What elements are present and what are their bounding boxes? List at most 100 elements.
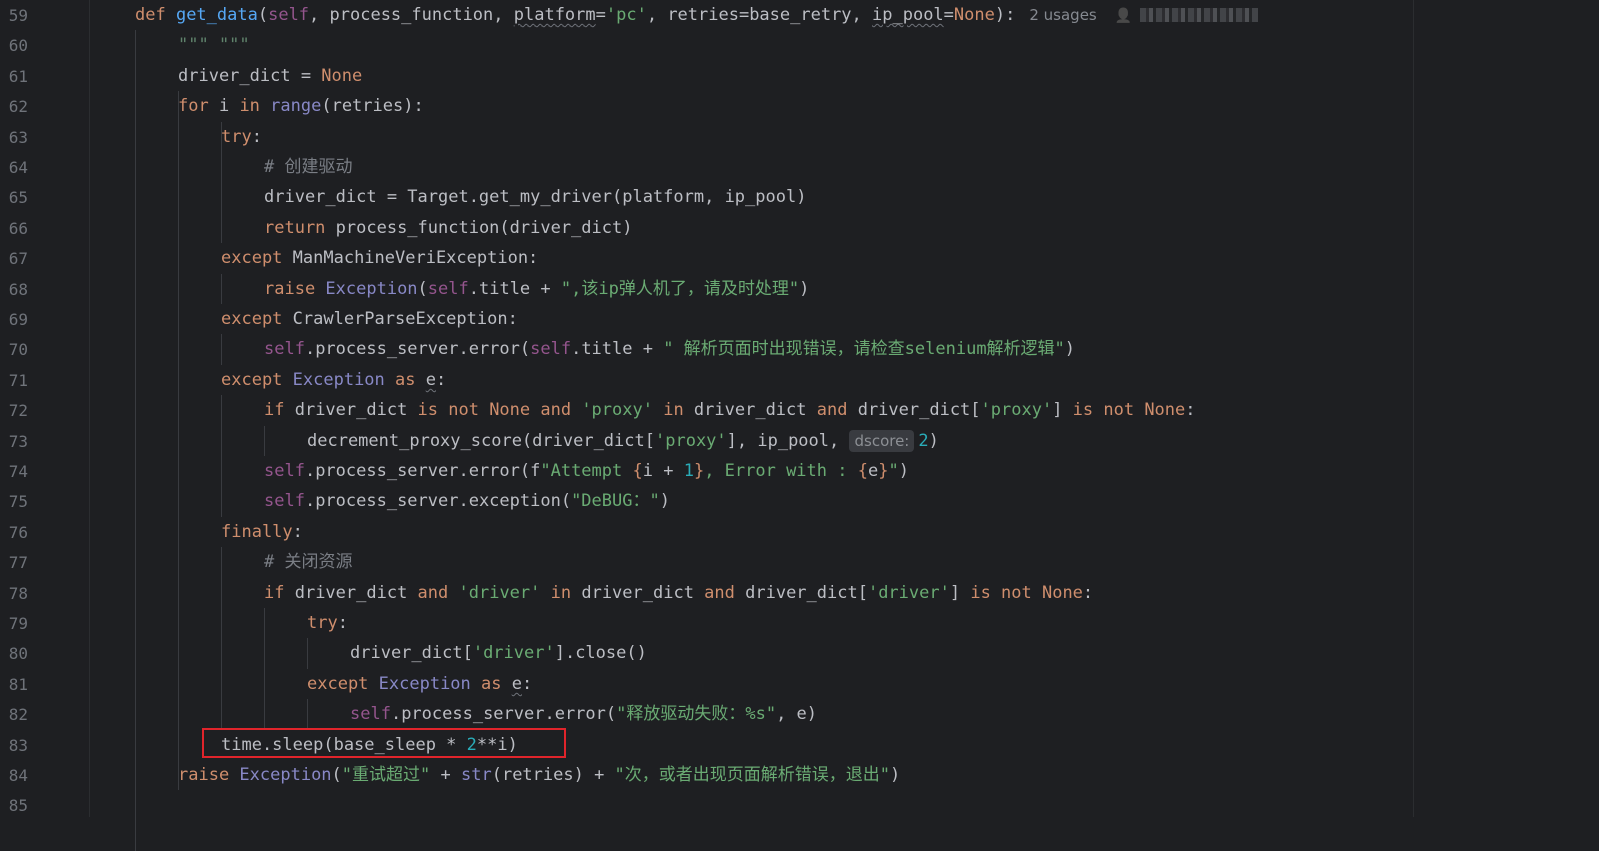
- code-token: :: [435, 369, 447, 390]
- code-token: }: [693, 461, 705, 481]
- code-line[interactable]: 74 self.process_server.error(f"Attempt {i…: [0, 456, 1599, 487]
- code-line[interactable]: 77 # 关闭资源: [0, 547, 1599, 578]
- code-token: +: [430, 765, 461, 785]
- line-number: 79: [8, 614, 28, 633]
- code-token: "Attempt: [540, 461, 633, 481]
- code-token: ": [888, 461, 899, 481]
- code-token: return: [264, 217, 336, 238]
- code-token: (retries):: [321, 96, 424, 117]
- code-line[interactable]: 68 raise Exception(self.title + ",该ip弹人机了…: [0, 274, 1599, 305]
- code-token: (: [331, 765, 342, 785]
- code-text: if driver_dict is not None and 'proxy' i…: [264, 395, 1196, 426]
- code-line[interactable]: 66 return process_function(driver_dict): [0, 213, 1599, 244]
- code-token: """ """: [178, 35, 250, 56]
- code-token: as: [395, 369, 426, 390]
- code-line[interactable]: 71 except Exception as e:: [0, 365, 1599, 396]
- code-line[interactable]: 61 driver_dict = None: [0, 61, 1599, 92]
- code-token: ], ip_pool,: [726, 430, 850, 451]
- code-text: decrement_proxy_score(driver_dict['proxy…: [307, 426, 939, 457]
- code-line[interactable]: 75 self.process_server.exception("DeBUG："…: [0, 486, 1599, 517]
- line-number: 76: [8, 522, 28, 542]
- line-number: 69: [8, 310, 28, 329]
- code-line[interactable]: 70 self.process_server.error(self.title +…: [0, 334, 1599, 365]
- code-line[interactable]: 62 for i in range(retries):: [0, 91, 1599, 122]
- code-token: 'proxy': [980, 400, 1053, 421]
- code-line[interactable]: 72 if driver_dict is not None and 'proxy'…: [0, 395, 1599, 426]
- code-line[interactable]: 63 try:: [0, 122, 1599, 153]
- code-token: ): [928, 430, 939, 451]
- code-line[interactable]: 67 except ManMachineVeriException:: [0, 243, 1599, 274]
- code-line[interactable]: 64 # 创建驱动: [0, 152, 1599, 183]
- code-token: .process_server.error(: [390, 704, 617, 725]
- code-token: if: [264, 400, 295, 421]
- line-number: 75: [8, 492, 28, 512]
- code-token: and: [816, 400, 858, 421]
- code-token: driver_dict: [581, 582, 705, 603]
- code-line[interactable]: 82 self.process_server.error("释放驱动失败：%s",…: [0, 699, 1599, 730]
- code-text: finally:: [221, 517, 303, 548]
- code-token: try: [221, 126, 252, 147]
- code-token: driver_dict[: [857, 400, 981, 421]
- code-token: " 解析页面时出现错误，请检查selenium解析逻辑": [663, 339, 1065, 360]
- code-token: e: [511, 673, 522, 694]
- line-number: 82: [8, 705, 28, 725]
- code-token: self: [268, 5, 310, 25]
- code-token: driver_dict =: [178, 65, 322, 86]
- code-editor[interactable]: 59 def get_data(self, process_function, p…: [0, 0, 1599, 851]
- code-text: for i in range(retries):: [178, 91, 424, 122]
- code-token: driver_dict = Target.get_my_driver(platf…: [264, 187, 807, 208]
- code-token: finally: [221, 521, 293, 542]
- code-line[interactable]: 59 def get_data(self, process_function, p…: [0, 0, 1599, 31]
- code-line[interactable]: 73 decrement_proxy_score(driver_dict['pro…: [0, 426, 1599, 457]
- code-line[interactable]: 69 except CrawlerParseException:: [0, 304, 1599, 335]
- code-token: (retries) +: [491, 765, 615, 785]
- line-number: 74: [8, 462, 28, 481]
- code-line[interactable]: 81 except Exception as e:: [0, 669, 1599, 700]
- code-text: except Exception as e:: [307, 669, 532, 700]
- code-token: range: [270, 96, 322, 117]
- code-token: in: [663, 400, 694, 421]
- line-number: 63: [8, 127, 28, 147]
- person-icon[interactable]: 👤: [1115, 8, 1132, 24]
- code-token: self: [264, 491, 305, 512]
- code-line[interactable]: 78 if driver_dict and 'driver' in driver_…: [0, 578, 1599, 609]
- usages-link[interactable]: 2 usages: [1029, 6, 1096, 24]
- code-token: try: [307, 613, 338, 633]
- code-token: driver_dict[: [350, 643, 473, 664]
- code-token: None: [321, 65, 363, 86]
- code-text: except CrawlerParseException:: [221, 304, 518, 335]
- code-token: i +: [642, 461, 684, 481]
- code-token: ].close(): [554, 643, 647, 664]
- code-token: ): [890, 765, 901, 785]
- line-number: 81: [8, 674, 28, 694]
- line-number: 80: [8, 644, 28, 664]
- code-line[interactable]: 79 try:: [0, 608, 1599, 639]
- code-line[interactable]: 84 raise Exception("重试超过" + str(retries) …: [0, 760, 1599, 791]
- code-text: try:: [221, 122, 262, 153]
- code-token: self: [264, 339, 305, 360]
- code-token: is not None: [970, 582, 1083, 603]
- code-token: driver_dict: [693, 400, 817, 421]
- code-token: and: [417, 582, 459, 603]
- code-token: ": [649, 491, 660, 512]
- code-token: :: [292, 521, 303, 542]
- code-token: ): [659, 491, 670, 512]
- code-line[interactable]: 80 driver_dict['driver'].close(): [0, 638, 1599, 669]
- code-token: self: [427, 278, 469, 299]
- code-token: process_function(driver_dict): [335, 217, 633, 238]
- code-token: "重试超过": [341, 765, 431, 785]
- code-token: .process_server.exception(: [304, 491, 572, 512]
- code-line[interactable]: 60 """ """: [0, 30, 1599, 61]
- code-token: get_data: [175, 5, 258, 25]
- code-token: driver_dict[: [745, 582, 868, 603]
- code-token: 'proxy': [655, 430, 727, 451]
- code-token: , Error with :: [704, 461, 858, 481]
- code-token: 'proxy': [581, 400, 664, 421]
- code-token: ): [898, 461, 909, 481]
- code-line[interactable]: 65 driver_dict = Target.get_my_driver(pla…: [0, 182, 1599, 213]
- code-token: 'pc': [605, 5, 647, 25]
- line-number: 67: [8, 249, 28, 269]
- code-token: "DeBUG：: [571, 491, 650, 512]
- code-token: e: [425, 369, 436, 390]
- code-line[interactable]: 76 finally:: [0, 517, 1599, 548]
